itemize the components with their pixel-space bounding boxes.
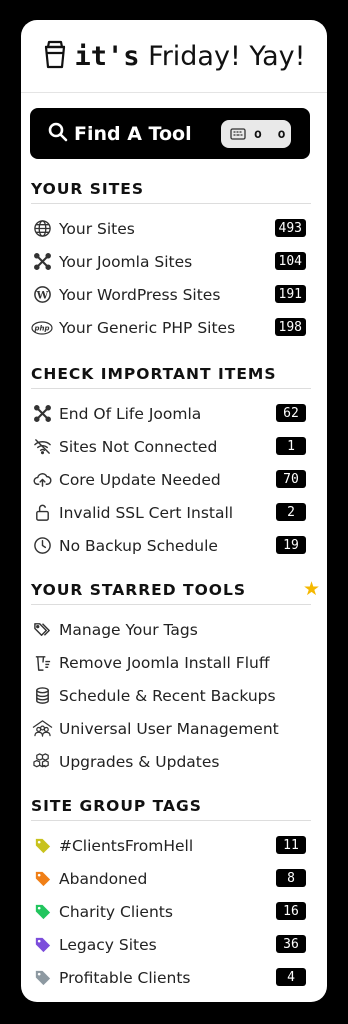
item-label: Your Generic PHP Sites xyxy=(59,318,236,337)
wordpress-icon: W xyxy=(31,284,53,306)
count-badge: 191 xyxy=(274,285,306,303)
tool-upgrades-updates[interactable]: Upgrades & Updates xyxy=(31,745,311,778)
sidebar-item-joomla-sites[interactable]: Your Joomla Sites 104 xyxy=(31,245,311,278)
count-badge: 4 xyxy=(276,968,306,986)
svg-text:php: php xyxy=(33,324,49,332)
sidebar-panel: it's Friday! Yay! Find A Tool o o YOUR S… xyxy=(21,20,327,1002)
item-label: Core Update Needed xyxy=(59,470,221,489)
joomla-icon xyxy=(31,251,53,273)
boxes-icon xyxy=(31,751,53,773)
find-tool-label: Find A Tool xyxy=(74,122,192,145)
find-tool-button[interactable]: Find A Tool o o xyxy=(30,108,310,159)
section-title-text: YOUR STARRED TOOLS xyxy=(31,581,246,599)
keyboard-icon xyxy=(230,125,246,144)
item-label: Remove Joomla Install Fluff xyxy=(59,653,270,672)
count-badge: 104 xyxy=(274,252,306,270)
shortcut-keys: o o xyxy=(254,126,290,142)
svg-text:W: W xyxy=(35,289,48,301)
item-label: Profitable Clients xyxy=(59,968,191,987)
section-starred-tools: YOUR STARRED TOOLS ★ Manage Your Tags Re… xyxy=(31,578,320,778)
tag-item-legacy-sites[interactable]: Legacy Sites 36 xyxy=(31,928,311,961)
tool-remove-joomla-fluff[interactable]: Remove Joomla Install Fluff xyxy=(31,646,311,679)
tag-item-profitable-clients[interactable]: Profitable Clients 4 xyxy=(31,961,311,994)
keyboard-shortcut-badge: o o xyxy=(221,120,291,148)
tag-icon xyxy=(31,868,53,890)
tag-item-abandoned[interactable]: Abandoned 8 xyxy=(31,862,311,895)
sidebar-item-sites-not-connected[interactable]: Sites Not Connected 1 xyxy=(31,430,311,463)
section-your-sites: YOUR SITES Your Sites 493 Your Joomla Si… xyxy=(31,180,311,344)
item-label: #ClientsFromHell xyxy=(59,836,194,855)
sidebar-item-wordpress-sites[interactable]: W Your WordPress Sites 191 xyxy=(31,278,311,311)
item-label: Universal User Management xyxy=(59,719,279,738)
sidebar-item-invalid-ssl[interactable]: Invalid SSL Cert Install 2 xyxy=(31,496,311,529)
section-title: CHECK IMPORTANT ITEMS xyxy=(31,365,311,389)
sidebar-item-end-of-life-joomla[interactable]: End Of Life Joomla 62 xyxy=(31,397,311,430)
item-label: Invalid SSL Cert Install xyxy=(59,503,234,522)
unlock-icon xyxy=(31,502,53,524)
wifi-off-icon xyxy=(31,436,53,458)
count-badge: 493 xyxy=(274,219,306,237)
count-badge: 11 xyxy=(276,836,306,854)
item-label: Your Sites xyxy=(59,219,135,238)
section-site-group-tags: SITE GROUP TAGS #ClientsFromHell 11 Aban… xyxy=(31,797,311,994)
item-label: End Of Life Joomla xyxy=(59,404,202,423)
item-label: Your Joomla Sites xyxy=(59,252,193,271)
tag-item-charity-clients[interactable]: Charity Clients 16 xyxy=(31,895,311,928)
tag-icon xyxy=(31,967,53,989)
sidebar-item-php-sites[interactable]: php Your Generic PHP Sites 198 xyxy=(31,311,311,344)
item-label: Upgrades & Updates xyxy=(59,752,220,771)
count-badge: 36 xyxy=(276,935,306,953)
header: it's Friday! Yay! xyxy=(21,20,327,93)
tool-manage-tags[interactable]: Manage Your Tags xyxy=(31,613,311,646)
count-badge: 198 xyxy=(274,318,306,336)
tags-icon xyxy=(31,619,53,641)
item-label: Sites Not Connected xyxy=(59,437,218,456)
sidebar-item-core-update-needed[interactable]: Core Update Needed 70 xyxy=(31,463,311,496)
sidebar-item-no-backup-schedule[interactable]: No Backup Schedule 19 xyxy=(31,529,311,562)
item-label: No Backup Schedule xyxy=(59,536,218,555)
tag-item-clients-from-hell[interactable]: #ClientsFromHell 11 xyxy=(31,829,311,862)
item-label: Charity Clients xyxy=(59,902,173,921)
section-important-items: CHECK IMPORTANT ITEMS End Of Life Joomla… xyxy=(31,365,311,562)
item-label: Manage Your Tags xyxy=(59,620,198,639)
users-icon xyxy=(31,718,53,740)
php-icon: php xyxy=(31,317,53,339)
page-title: it's Friday! Yay! xyxy=(74,40,306,72)
item-label: Schedule & Recent Backups xyxy=(59,686,276,705)
count-badge: 1 xyxy=(276,437,306,455)
joomla-icon xyxy=(31,403,53,425)
count-badge: 19 xyxy=(276,536,306,554)
clock-icon xyxy=(31,535,53,557)
count-badge: 2 xyxy=(276,503,306,521)
count-badge: 70 xyxy=(276,470,306,488)
tag-icon xyxy=(31,934,53,956)
globe-icon xyxy=(31,218,53,240)
sidebar-item-your-sites[interactable]: Your Sites 493 xyxy=(31,212,311,245)
section-title: YOUR STARRED TOOLS ★ xyxy=(31,578,320,605)
section-title: YOUR SITES xyxy=(31,180,311,204)
count-badge: 8 xyxy=(276,869,306,887)
cup-icon xyxy=(43,39,67,73)
star-icon[interactable]: ★ xyxy=(303,578,321,600)
database-icon xyxy=(31,685,53,707)
trash-icon xyxy=(31,652,53,674)
count-badge: 16 xyxy=(276,902,306,920)
item-label: Abandoned xyxy=(59,869,148,888)
search-icon xyxy=(48,122,68,146)
item-label: Your WordPress Sites xyxy=(59,285,221,304)
item-label: Legacy Sites xyxy=(59,935,157,954)
tool-schedule-backups[interactable]: Schedule & Recent Backups xyxy=(31,679,311,712)
tag-icon xyxy=(31,901,53,923)
section-title: SITE GROUP TAGS xyxy=(31,797,311,821)
tag-icon xyxy=(31,835,53,857)
count-badge: 62 xyxy=(276,404,306,422)
cloud-upload-icon xyxy=(31,469,53,491)
tool-user-management[interactable]: Universal User Management xyxy=(31,712,311,745)
